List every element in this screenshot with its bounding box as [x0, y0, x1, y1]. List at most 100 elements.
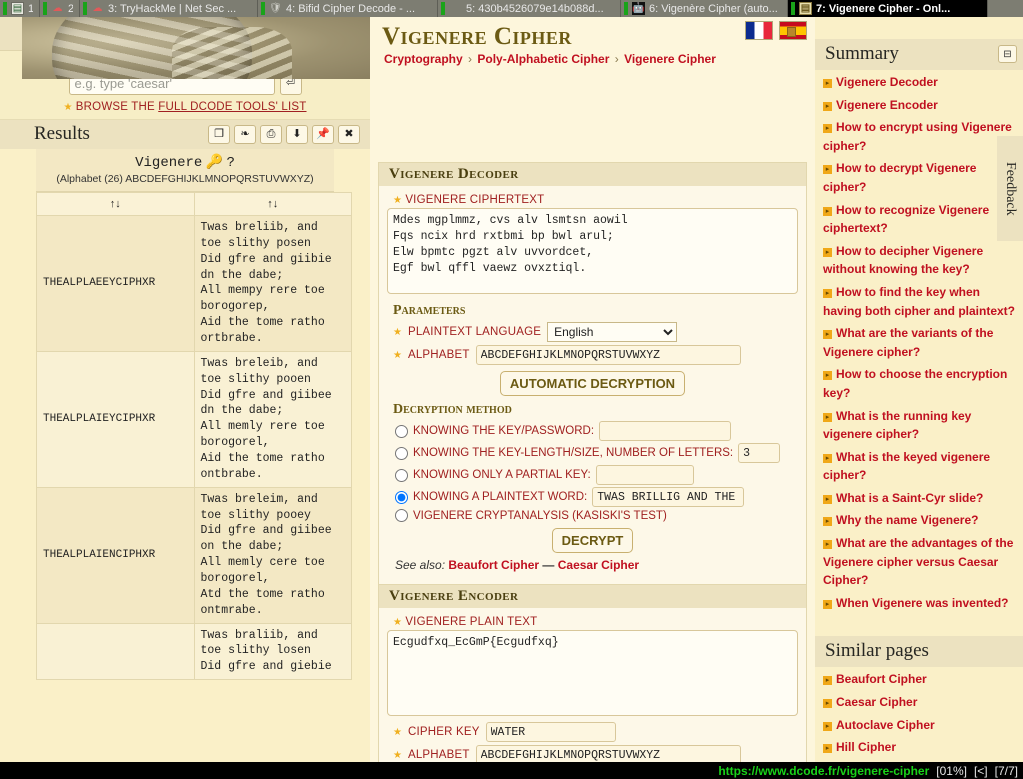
see-also-link-0[interactable]: Beaufort Cipher	[448, 558, 539, 572]
list-item[interactable]: ▸ What is the running key vigenere cipher…	[823, 407, 1019, 444]
automatic-decryption-button[interactable]: AUTOMATIC DECRYPTION	[499, 371, 686, 396]
decryption-method-input-3[interactable]	[592, 487, 745, 507]
list-item[interactable]: ▸ How to recognize Vigenere ciphertext?	[823, 201, 1019, 238]
similar-link-3[interactable]: Hill Cipher	[836, 740, 896, 754]
list-item[interactable]: ▸ How to find the key when having both ci…	[823, 283, 1019, 320]
summary-link-12[interactable]: Why the name Vigenere?	[836, 513, 978, 527]
summary-link-3[interactable]: How to decrypt Vigenere cipher?	[823, 161, 976, 194]
summary-link-6[interactable]: How to find the key when having both cip…	[823, 285, 1015, 318]
breadcrumb[interactable]: Cryptography › Poly-Alphabetic Cipher › …	[370, 51, 815, 66]
sort-key-column[interactable]: ↑↓	[36, 192, 195, 216]
decryption-methods[interactable]: KNOWING THE KEY/PASSWORD: KNOWING THE KEY…	[387, 421, 798, 522]
summary-link-9[interactable]: What is the running key vigenere cipher?	[823, 409, 971, 442]
list-item[interactable]: ▸ Vigenere Encoder	[823, 96, 1019, 115]
table-row[interactable]: THEALPLAIEYCIPHXR Twas breleib, and toe s…	[36, 350, 352, 488]
list-item[interactable]: ▸ What is the keyed vigenere cipher?	[823, 448, 1019, 485]
breadcrumb-item-0[interactable]: Cryptography	[384, 52, 463, 66]
summary-minimize-button[interactable]: ⊟	[998, 45, 1017, 63]
list-item[interactable]: ▸ When Vigenere was invented?	[823, 594, 1019, 613]
decryption-method-radio-1[interactable]	[395, 446, 408, 460]
similar-list[interactable]: ▸ Beaufort Cipher ▸ Caesar Cipher ▸ Autoclave…	[815, 670, 1023, 762]
copy-button[interactable]: ❐	[208, 124, 230, 144]
decryption-method-radio-2[interactable]	[395, 468, 408, 482]
decryption-method-row-0[interactable]: KNOWING THE KEY/PASSWORD:	[395, 421, 798, 441]
summary-link-7[interactable]: What are the variants of the Vigenere ci…	[823, 326, 993, 359]
list-item[interactable]: ▸ How to decipher Vigenere without knowin…	[823, 242, 1019, 279]
feedback-tab[interactable]: Feedback	[997, 136, 1023, 241]
summary-link-8[interactable]: How to choose the encryption key?	[823, 367, 1007, 400]
decryption-method-input-0[interactable]	[599, 421, 732, 441]
summary-link-5[interactable]: How to decipher Vigenere without knowing…	[823, 244, 983, 277]
list-item[interactable]: ▸ What are the variants of the Vigenere c…	[823, 324, 1019, 361]
language-flags[interactable]	[745, 21, 807, 40]
browser-tab-7[interactable]: ▤ 7: Vigenere Cipher - Onl...	[788, 0, 988, 17]
summary-link-10[interactable]: What is the keyed vigenere cipher?	[823, 450, 990, 483]
decryption-method-row-1[interactable]: KNOWING THE KEY-LENGTH/SIZE, NUMBER OF L…	[395, 443, 798, 463]
help-icon[interactable]: ?	[226, 155, 234, 171]
table-row[interactable]: Twas braliib, and toe slithy losen Did g…	[36, 622, 352, 681]
decryption-method-row-2[interactable]: KNOWING ONLY A PARTIAL KEY:	[395, 465, 798, 485]
summary-link-0[interactable]: Vigenere Decoder	[836, 75, 938, 89]
list-item[interactable]: ▸ Why the name Vigenere?	[823, 511, 1019, 530]
list-item[interactable]: ▸ Vigenere Decoder	[823, 73, 1019, 92]
list-item[interactable]: ▸ What is a Saint-Cyr slide?	[823, 489, 1019, 508]
summary-list[interactable]: ▸ Vigenere Decoder ▸ Vigenere Encoder ▸ How t…	[815, 73, 1023, 612]
list-item[interactable]: ▸ Autoclave Cipher	[823, 716, 1019, 735]
plaintext-language-select[interactable]: English	[547, 322, 678, 342]
flag-es-icon[interactable]	[779, 21, 807, 40]
list-item[interactable]: ▸ What are the advantages of the Vigenere…	[823, 534, 1019, 590]
close-button[interactable]: ✖	[338, 124, 360, 144]
decoder-alphabet-input[interactable]	[475, 345, 741, 365]
list-item[interactable]: ▸ Hill Cipher	[823, 738, 1019, 757]
summary-link-11[interactable]: What is a Saint-Cyr slide?	[836, 491, 983, 505]
rot-button[interactable]: ❧	[234, 124, 256, 144]
print-button[interactable]: ⎙	[260, 124, 282, 144]
summary-link-1[interactable]: Vigenere Encoder	[836, 98, 938, 112]
decryption-method-radio-4[interactable]	[395, 509, 408, 522]
decryption-method-input-2[interactable]	[595, 465, 694, 485]
flag-fr-icon[interactable]	[745, 21, 773, 40]
browser-tab-3[interactable]: ☁ 3: TryHackMe | Net Sec ...	[80, 0, 258, 17]
summary-link-14[interactable]: When Vigenere was invented?	[836, 596, 1009, 610]
see-also-link-1[interactable]: Caesar Cipher	[558, 558, 639, 572]
ciphertext-label: VIGENERE CIPHERTEXT	[405, 194, 545, 206]
ciphertext-textarea[interactable]	[387, 208, 798, 294]
breadcrumb-item-1[interactable]: Poly-Alphabetic Cipher	[477, 52, 609, 66]
browser-tab-5[interactable]: 5: 430b4526079e14b088d...	[438, 0, 621, 17]
list-item[interactable]: ▸ How to decrypt Vigenere cipher?	[823, 159, 1019, 196]
browser-tab-6[interactable]: 🤖 6: Vigenère Cipher (auto...	[621, 0, 788, 17]
summary-link-13[interactable]: What are the advantages of the Vigenere …	[823, 536, 1013, 587]
vigenere-decoder-section: Vigenere Decoder ★ VIGENERE CIPHERTEXT P…	[378, 162, 807, 584]
similar-link-1[interactable]: Caesar Cipher	[836, 695, 917, 709]
summary-link-4[interactable]: How to recognize Vigenere ciphertext?	[823, 203, 989, 236]
plaintext-textarea[interactable]	[387, 630, 798, 716]
see-also[interactable]: See also: Beaufort Cipher — Caesar Ciphe…	[387, 555, 798, 576]
browser-tab-2[interactable]: ☁2	[40, 0, 80, 17]
decryption-method-input-1[interactable]	[738, 443, 781, 463]
list-item[interactable]: ▸ Beaufort Cipher	[823, 670, 1019, 689]
cipher-key-input[interactable]	[485, 722, 616, 742]
browser-tab-bar[interactable]: ▤1☁2☁3: TryHackMe | Net Sec ...🛡4: Bifid…	[0, 0, 1023, 17]
decryption-method-radio-0[interactable]	[395, 424, 408, 438]
full-tools-list-link[interactable]: FULL DCODE TOOLS' LIST	[158, 101, 306, 113]
decryption-method-row-4[interactable]: VIGENERE CRYPTANALYSIS (KASISKI'S TEST)	[395, 509, 798, 522]
list-item[interactable]: ▸ How to choose the encryption key?	[823, 365, 1019, 402]
table-row[interactable]: THEALPLAIENCIPHXR Twas breleim, and toe s…	[36, 486, 352, 624]
decryption-method-row-3[interactable]: KNOWING A PLAINTEXT WORD:	[395, 487, 798, 507]
breadcrumb-item-2[interactable]: Vigenere Cipher	[624, 52, 716, 66]
decrypt-button[interactable]: DECRYPT	[551, 528, 634, 553]
browser-tab-1[interactable]: ▤1	[0, 0, 40, 17]
similar-link-2[interactable]: Autoclave Cipher	[836, 718, 935, 732]
table-row[interactable]: THEALPLAEEYCIPHXR Twas breliib, and toe s…	[36, 215, 352, 352]
encoder-alphabet-input[interactable]	[475, 745, 741, 762]
download-button[interactable]: ⬇	[286, 124, 308, 144]
sort-text-column[interactable]: ↑↓	[193, 192, 352, 216]
summary-link-2[interactable]: How to encrypt using Vigenere cipher?	[823, 120, 1012, 153]
similar-link-0[interactable]: Beaufort Cipher	[836, 672, 927, 686]
results-toolbar[interactable]: ❐ ❧ ⎙ ⬇ 📌 ✖	[208, 124, 360, 144]
list-item[interactable]: ▸ How to encrypt using Vigenere cipher?	[823, 118, 1019, 155]
decryption-method-radio-3[interactable]	[395, 490, 408, 504]
browser-tab-4[interactable]: 🛡 4: Bifid Cipher Decode - ...	[258, 0, 438, 17]
list-item[interactable]: ▸ Caesar Cipher	[823, 693, 1019, 712]
pin-button[interactable]: 📌	[312, 124, 334, 144]
